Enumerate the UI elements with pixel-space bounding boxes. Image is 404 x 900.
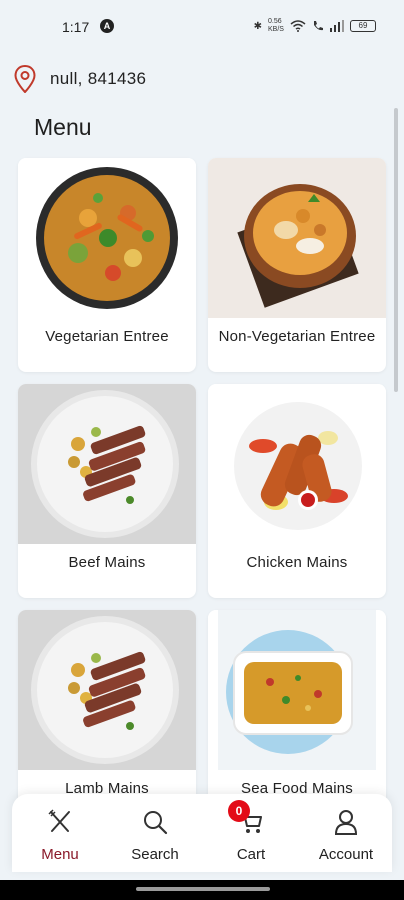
status-bar: 1:17 A ✱ 0.56 KB/S 69 — [0, 0, 404, 56]
category-card-lamb-mains[interactable]: Lamb Mains — [18, 610, 196, 824]
account-icon — [334, 810, 358, 835]
network-speed: 0.56 KB/S — [268, 18, 284, 33]
scrollbar[interactable] — [394, 108, 398, 392]
category-card-sea-food-mains[interactable]: Sea Food Mains — [208, 610, 386, 824]
nav-search[interactable]: Search — [115, 808, 195, 863]
nav-label: Account — [318, 846, 374, 863]
cart-count-badge: 0 — [228, 800, 250, 822]
bluetooth-icon: ✱ — [253, 20, 262, 32]
chicken-mains-image — [208, 384, 386, 544]
page-title: Menu — [34, 114, 92, 140]
category-card-beef-mains[interactable]: Beef Mains — [18, 384, 196, 598]
status-indicators: ✱ 0.56 KB/S 69 — [254, 18, 376, 34]
location-text: null, 841436 — [50, 69, 147, 88]
sea-food-mains-image — [208, 610, 386, 770]
nav-label: Cart — [236, 846, 266, 863]
category-label: Beef Mains — [68, 554, 146, 571]
notification-icon: A — [100, 19, 114, 33]
status-time: 1:17 — [62, 19, 90, 35]
vegetarian-entree-image — [18, 158, 196, 318]
nav-account[interactable]: Account — [306, 808, 386, 863]
category-label: Non-Vegetarian Entree — [218, 328, 376, 345]
wifi-icon — [290, 20, 306, 32]
nav-label: Menu — [41, 846, 79, 863]
category-label: Vegetarian Entree — [45, 328, 169, 345]
non-vegetarian-entree-image — [208, 158, 386, 318]
location-selector[interactable]: null, 841436 — [14, 64, 146, 94]
beef-mains-image — [18, 384, 196, 544]
category-card-vegetarian-entree[interactable]: Vegetarian Entree — [18, 158, 196, 372]
home-indicator[interactable] — [136, 887, 270, 891]
nav-label: Search — [131, 846, 179, 863]
category-card-non-vegetarian-entree[interactable]: Non-Vegetarian Entree — [208, 158, 386, 372]
lamb-mains-image — [18, 610, 196, 770]
call-icon — [314, 21, 323, 31]
signal-icon — [330, 20, 344, 32]
category-card-chicken-mains[interactable]: Chicken Mains — [208, 384, 386, 598]
battery-icon: 69 — [350, 20, 376, 32]
fork-knife-icon — [48, 809, 70, 832]
nav-cart[interactable]: Cart — [211, 808, 291, 863]
category-label: Chicken Mains — [246, 554, 348, 571]
bottom-navigation: Menu Search Cart Account — [12, 794, 392, 872]
search-icon — [144, 811, 168, 835]
nav-menu[interactable]: Menu — [20, 808, 100, 863]
location-pin-icon — [14, 65, 36, 93]
